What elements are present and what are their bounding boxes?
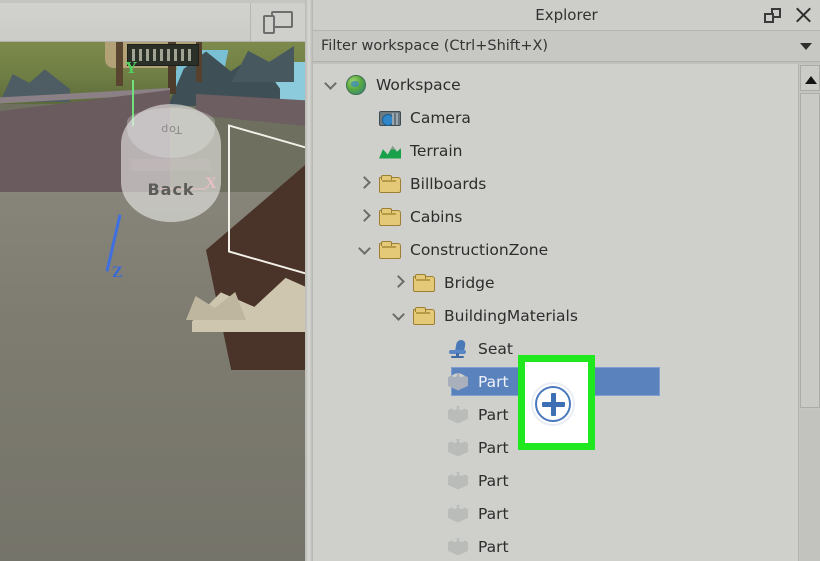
tree-row[interactable]: Camera [313,101,798,134]
tree-row[interactable]: Cabins [313,200,798,233]
tree-item-label: Seat [478,339,513,358]
tree-item-label: Part [478,504,509,523]
tree-item-label: Part [478,372,509,391]
tree-row[interactable]: ConstructionZone [313,233,798,266]
tree-item-label: BuildingMaterials [444,306,578,325]
tree-item-label: Cabins [410,207,463,226]
axis-z-label: Z [112,264,123,281]
camera-icon [377,105,403,131]
scrollbar-track[interactable] [800,410,820,561]
tree-item-label: Part [478,405,509,424]
tree-indent-spacer [355,101,377,134]
panel-title: Explorer [535,6,598,24]
tree-row[interactable]: Billboards [313,167,798,200]
tree-twisty-open[interactable] [321,68,343,101]
tree-indent-spacer [423,464,445,497]
folder-icon [377,171,403,197]
tree-row[interactable]: Bridge [313,266,798,299]
tree-item-label: Workspace [376,75,461,94]
view-cube-top-face[interactable]: Top [127,108,215,158]
view-cube-back-face[interactable]: Back [125,170,217,216]
device-preview-button[interactable] [250,3,306,41]
seat-icon [445,336,471,362]
tree-item-label: Bridge [444,273,495,292]
viewport-3d[interactable]: Y X Z Top Back [0,0,311,561]
explorer-panel: Explorer Workspace Camera Terrain Billboard… [313,0,820,561]
close-icon[interactable] [795,7,812,24]
tree-twisty-open[interactable] [355,233,377,266]
scrollbar-thumb[interactable] [800,93,820,408]
device-preview-icon [263,10,293,34]
viewport-toolbar [0,0,311,42]
tree-item-label: ConstructionZone [410,240,549,259]
terrain-icon [377,138,403,164]
explorer-titlebar: Explorer [313,0,820,31]
scene-tree-a [116,42,123,86]
tree-row[interactable]: Workspace [313,68,798,101]
tree-item-label: Part [478,471,509,490]
tree-row[interactable]: Terrain [313,134,798,167]
triangle-up-icon [805,76,817,84]
part-icon [445,402,471,428]
axis-y-label: Y [125,58,138,77]
tree-indent-spacer [423,398,445,431]
titlebar-buttons [764,0,812,31]
tree-row[interactable]: Part [313,530,798,561]
tree-twisty-open[interactable] [389,299,411,332]
tree-item-label: Camera [410,108,471,127]
tree-twisty-closed[interactable] [355,200,377,233]
tree-row[interactable]: BuildingMaterials [313,299,798,332]
tree-item-label: Part [478,438,509,457]
tree-row[interactable]: Part [313,497,798,530]
tree-row[interactable]: Part [313,464,798,497]
tree-twisty-closed[interactable] [389,266,411,299]
folder-icon [377,237,403,263]
view-cube-gizmo[interactable]: Top Back [121,104,221,222]
globe-icon [343,72,369,98]
part-icon [445,468,471,494]
tree-indent-spacer [355,134,377,167]
tree-indent-spacer [423,530,445,561]
tree-item-label: Terrain [410,141,463,160]
tree-indent-spacer [423,497,445,530]
filter-workspace-input[interactable] [321,38,794,54]
viewport-scene: Y X Z Top Back [0,42,311,561]
folder-icon [411,303,437,329]
tree-item-label: Part [478,537,509,556]
scene-billboard [127,44,199,66]
tree-twisty-closed[interactable] [355,167,377,200]
app-root: Y X Z Top Back Explorer [0,0,820,561]
folder-icon [411,270,437,296]
explorer-tree[interactable]: Workspace Camera Terrain Billboards Cabins Co… [313,64,798,561]
part-icon [445,435,471,461]
chevron-down-icon[interactable] [800,42,812,50]
restore-window-icon[interactable] [764,7,781,24]
part-icon [445,369,471,395]
folder-icon [377,204,403,230]
panel-divider[interactable] [305,0,313,561]
tree-indent-spacer [423,332,445,365]
part-icon [445,501,471,527]
plus-cursor-icon [531,382,575,426]
filter-row [313,31,820,62]
tree-indent-spacer [423,365,445,398]
scroll-up-button[interactable] [800,65,820,91]
explorer-tree-wrapper: Workspace Camera Terrain Billboards Cabins Co… [313,62,820,561]
part-icon [445,534,471,560]
vertical-scrollbar[interactable] [798,64,820,561]
tree-item-label: Billboards [410,174,487,193]
tree-indent-spacer [423,431,445,464]
